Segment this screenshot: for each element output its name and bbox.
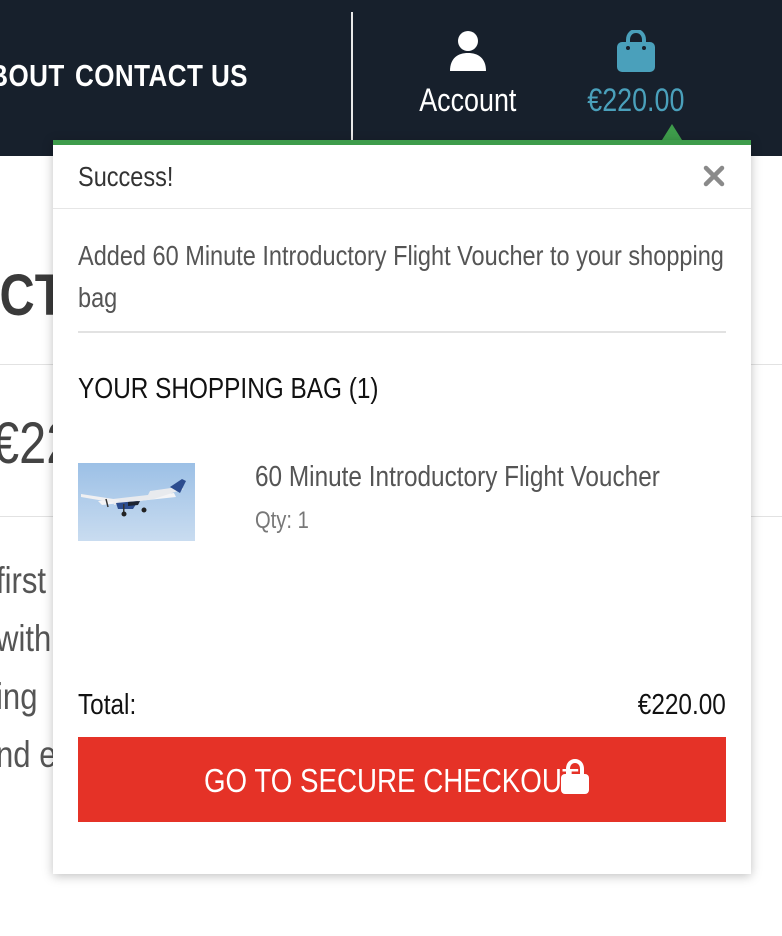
nav-contact-link[interactable]: CONTACT US [75, 58, 281, 94]
account-label: Account [419, 82, 517, 118]
nav-about-link[interactable]: ABOUT [0, 58, 83, 94]
shopping-bag-link[interactable]: €220.00 [575, 30, 697, 120]
bag-total: €220.00 [587, 82, 685, 118]
popup-title: Success! [78, 161, 174, 192]
lock-icon [561, 759, 589, 794]
description-line: ing [0, 676, 38, 717]
total-label: Total: [78, 689, 137, 721]
account-link[interactable]: Account [408, 30, 528, 120]
user-icon [450, 31, 486, 71]
cart-popup: Success! Added 60 Minute Introductory Fl… [53, 140, 751, 874]
popup-arrow [662, 124, 682, 140]
item-qty: Qty: 1 [255, 507, 309, 534]
total-value: €220.00 [637, 689, 726, 721]
popup-header: Success! [53, 145, 751, 209]
shopping-bag-icon [617, 30, 655, 72]
item-name[interactable]: 60 Minute Introductory Flight Voucher [255, 461, 737, 494]
divider [78, 331, 726, 333]
bag-heading: YOUR SHOPPING BAG (1) [78, 373, 379, 405]
close-icon[interactable] [699, 161, 729, 191]
header-divider [351, 12, 353, 140]
secure-checkout-button[interactable]: GO TO SECURE CHECKOUT [78, 737, 726, 822]
success-message: Added 60 Minute Introductory Flight Vouc… [78, 240, 724, 313]
description-line: first [0, 560, 47, 601]
product-thumbnail[interactable] [78, 463, 195, 541]
